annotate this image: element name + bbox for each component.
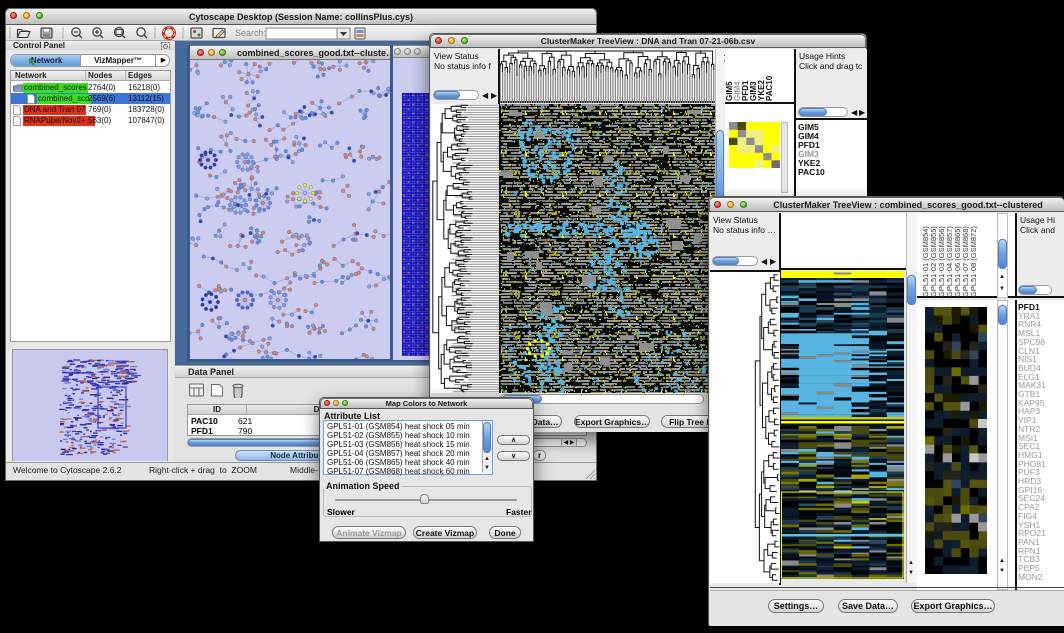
svg-text:Search:: Search:	[235, 28, 266, 38]
